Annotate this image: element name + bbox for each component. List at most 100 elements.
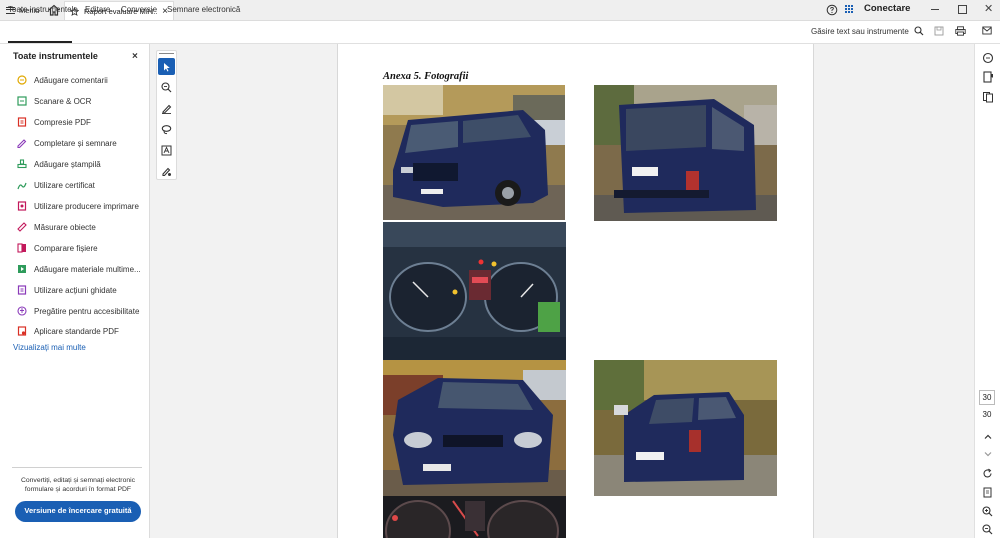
tool-item-label: Utilizare acțiuni ghidate <box>34 285 117 295</box>
tool-item-label: Scanare & OCR <box>34 96 92 106</box>
measure-icon <box>17 222 27 232</box>
pages-icon <box>982 91 993 102</box>
chat-icon <box>982 52 993 63</box>
tool-item-fill-sign[interactable]: Completare și semnare <box>17 138 117 148</box>
tool-item-stamp[interactable]: Adăugare ștampilă <box>17 159 101 169</box>
tool-item-label: Aplicare standarde PDF <box>34 326 119 336</box>
toolbar-drag-handle[interactable] <box>159 53 174 54</box>
window-close-icon[interactable]: ✕ <box>984 2 993 15</box>
accessibility-icon <box>17 306 27 316</box>
tab-all-tools[interactable]: Toate instrumentele <box>8 5 78 14</box>
select-tool-button[interactable] <box>158 58 175 75</box>
highlight-tool-button[interactable] <box>158 100 175 117</box>
certificate-icon <box>17 182 27 190</box>
sign-in-button[interactable]: Conectare <box>864 3 910 14</box>
bookmark-icon <box>982 70 993 83</box>
stamp-tool-button[interactable] <box>158 163 175 180</box>
apps-grid-icon[interactable] <box>845 5 854 14</box>
multimedia-icon <box>18 265 26 273</box>
free-trial-button[interactable]: Versiune de încercare gratuită <box>15 501 141 522</box>
tool-item-multimedia[interactable]: Adăugare materiale multime... <box>17 264 141 274</box>
tool-item-certificate[interactable]: Utilizare certificat <box>17 180 95 190</box>
zoom-tool-button[interactable] <box>158 79 175 96</box>
search-tools-button[interactable]: Găsire text sau instrumente <box>811 26 924 36</box>
promo-text: Convertiți, editați și semnați electroni… <box>20 477 136 493</box>
print-production-icon <box>17 201 27 211</box>
zoom-out-icon <box>982 524 993 535</box>
pages-panel-button[interactable] <box>981 90 994 103</box>
guided-actions-icon <box>17 285 27 295</box>
lasso-icon <box>161 125 172 135</box>
zoom-icon <box>161 82 172 93</box>
help-button[interactable] <box>826 4 838 16</box>
photo-van-rear <box>594 85 777 221</box>
refresh-icon <box>983 468 992 478</box>
photo-wagon-front <box>383 360 566 496</box>
tool-item-measure[interactable]: Măsurare obiecte <box>17 222 96 232</box>
tab-e-sign[interactable]: Semnare electronică <box>167 5 240 14</box>
tool-item-label: Adăugare ștampilă <box>34 159 101 169</box>
tool-item-label: Pregătire pentru accesibilitate <box>34 306 140 316</box>
zoom-in-icon <box>982 506 993 517</box>
comment-icon <box>17 75 27 85</box>
previous-page-button[interactable] <box>981 430 994 443</box>
tool-item-label: Utilizare producere imprimare <box>34 201 139 211</box>
comments-panel-button[interactable] <box>981 51 994 64</box>
scan-icon <box>17 96 27 106</box>
tool-item-accessibility[interactable]: Pregătire pentru accesibilitate <box>17 306 139 316</box>
pen-icon <box>162 104 172 114</box>
lasso-tool-button[interactable] <box>158 121 175 138</box>
tool-item-label: Comparare fișiere <box>34 243 98 253</box>
cursor-icon <box>164 62 170 71</box>
active-tab-indicator <box>8 41 72 43</box>
minimize-icon[interactable] <box>931 9 939 10</box>
see-more-link[interactable]: Vizualizați mai multe <box>13 343 86 352</box>
tool-item-comment[interactable]: Adăugare comentarii <box>17 75 108 85</box>
page-fit-button[interactable] <box>981 486 994 499</box>
compare-icon <box>17 243 26 253</box>
page-fit-icon <box>983 487 992 498</box>
tab-edit[interactable]: Editare <box>85 5 110 14</box>
print-icon[interactable] <box>955 26 966 36</box>
tool-item-label: Adăugare comentarii <box>34 75 108 85</box>
tool-item-compare[interactable]: Comparare fișiere <box>17 243 98 253</box>
bookmarks-panel-button[interactable] <box>981 70 994 83</box>
document-tab[interactable]: Raport evaluare MIN... × <box>64 1 174 20</box>
maximize-icon[interactable] <box>958 5 967 14</box>
current-page-input[interactable]: 30 <box>979 390 995 405</box>
chevron-up-icon <box>984 434 991 439</box>
text-box-icon <box>161 145 172 156</box>
photo-wagon-rear <box>594 360 777 496</box>
sign-pen-icon <box>162 167 171 177</box>
zoom-in-button[interactable] <box>981 505 994 518</box>
refresh-button[interactable] <box>981 467 994 480</box>
tool-item-pdf-standards[interactable]: Aplicare standarde PDF <box>17 326 119 336</box>
compress-icon <box>17 117 27 127</box>
tool-item-scan-ocr[interactable]: Scanare & OCR <box>17 96 91 106</box>
tool-item-compress[interactable]: Compresie PDF <box>17 117 91 127</box>
photo-cluster-2 <box>383 496 566 538</box>
save-icon[interactable] <box>934 26 944 36</box>
annex-title: Anexa 5. Fotografii <box>383 71 469 82</box>
panel-title: Toate instrumentele <box>13 51 98 61</box>
tool-item-label: Utilizare certificat <box>34 180 95 190</box>
text-tool-button[interactable] <box>158 142 175 159</box>
chevron-down-icon <box>984 451 991 456</box>
zoom-out-button[interactable] <box>981 523 994 536</box>
pdf-standards-icon <box>17 326 27 336</box>
tool-item-print-production[interactable]: Utilizare producere imprimare <box>17 201 139 211</box>
tool-item-label: Completare și semnare <box>34 138 117 148</box>
next-page-button[interactable] <box>981 447 994 460</box>
photo-van-front <box>383 85 565 220</box>
promo-divider <box>12 467 142 468</box>
panel-close-icon[interactable]: × <box>132 51 138 62</box>
mail-icon[interactable] <box>982 26 992 35</box>
tab-convert[interactable]: Conversie <box>121 5 157 14</box>
search-icon <box>914 26 924 36</box>
tool-item-label: Adăugare materiale multime... <box>34 264 141 274</box>
tool-item-label: Compresie PDF <box>34 117 91 127</box>
total-pages: 30 <box>982 410 992 419</box>
free-trial-label: Versiune de încercare gratuită <box>24 506 132 516</box>
tool-item-guided-actions[interactable]: Utilizare acțiuni ghidate <box>17 285 117 295</box>
stamp-icon <box>17 159 27 169</box>
